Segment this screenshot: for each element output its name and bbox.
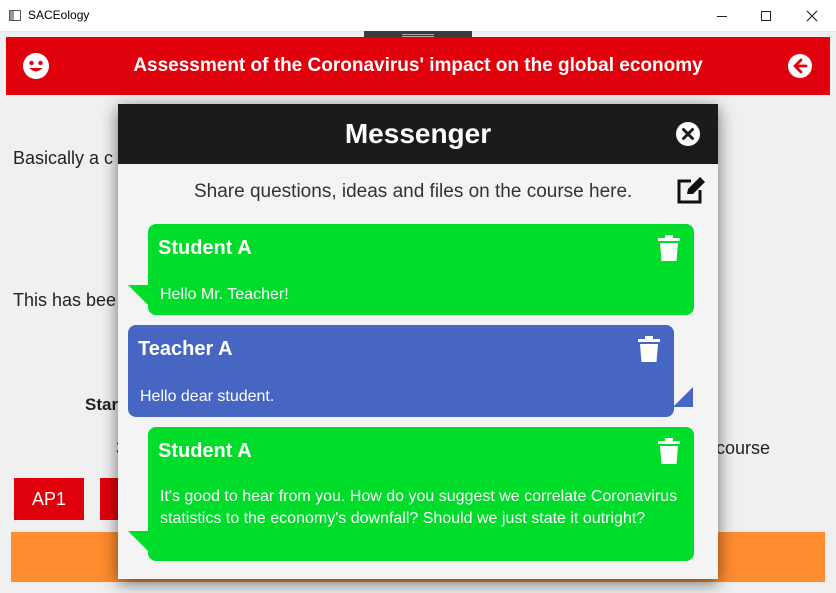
message-sender: Teacher A <box>138 338 233 360</box>
message-sender: Student A <box>158 237 252 259</box>
window-title: SACEology <box>28 8 90 22</box>
window-titlebar: SACEology <box>0 0 836 32</box>
message-text: Hello Mr. Teacher! <box>160 286 289 303</box>
minimize-icon <box>717 15 727 17</box>
close-window-button[interactable] <box>789 0 835 32</box>
background-heading-left: Star <box>85 395 119 414</box>
message-text: Hello dear student. <box>140 388 275 405</box>
trash-icon[interactable] <box>638 336 660 362</box>
message-sender: Student A <box>158 440 252 462</box>
edit-icon[interactable] <box>676 177 706 205</box>
messenger-dialog: Messenger Share questions, ideas and fil… <box>118 104 718 579</box>
bubble-tail <box>128 285 148 305</box>
trash-icon[interactable] <box>658 438 680 464</box>
page-title: Assessment of the Coronavirus' impact on… <box>133 55 703 76</box>
message-bubble: Student A It's good to hear from you. Ho… <box>148 427 694 561</box>
background-text-intro: Basically a c <box>13 148 114 168</box>
maximize-button[interactable] <box>743 0 789 32</box>
bubble-tail <box>128 531 148 551</box>
messenger-title: Messenger <box>344 118 492 149</box>
app-window-icon <box>9 10 21 21</box>
background-text-second: This has bee <box>13 290 117 310</box>
maximize-icon <box>761 11 771 21</box>
ap1-button[interactable]: AP1 <box>14 478 84 520</box>
background-text-right: course <box>716 438 771 458</box>
message-bubble: Student A Hello Mr. Teacher! <box>148 224 694 315</box>
app-header: Assessment of the Coronavirus' impact on… <box>6 37 830 95</box>
bubble-tail <box>673 387 693 407</box>
close-icon <box>806 10 818 22</box>
message-bubble: Teacher A Hello dear student. <box>128 325 674 417</box>
minimize-button[interactable] <box>699 0 745 32</box>
messenger-subtitle: Share questions, ideas and files on the … <box>194 181 633 202</box>
arrow-left-circle-icon[interactable] <box>788 54 812 78</box>
close-circle-icon[interactable] <box>676 122 700 146</box>
trash-icon[interactable] <box>658 235 680 261</box>
ap2-button[interactable] <box>100 478 120 520</box>
message-text: It's good to hear from you. How do you s… <box>160 488 678 527</box>
messenger-header: Messenger <box>118 104 718 164</box>
